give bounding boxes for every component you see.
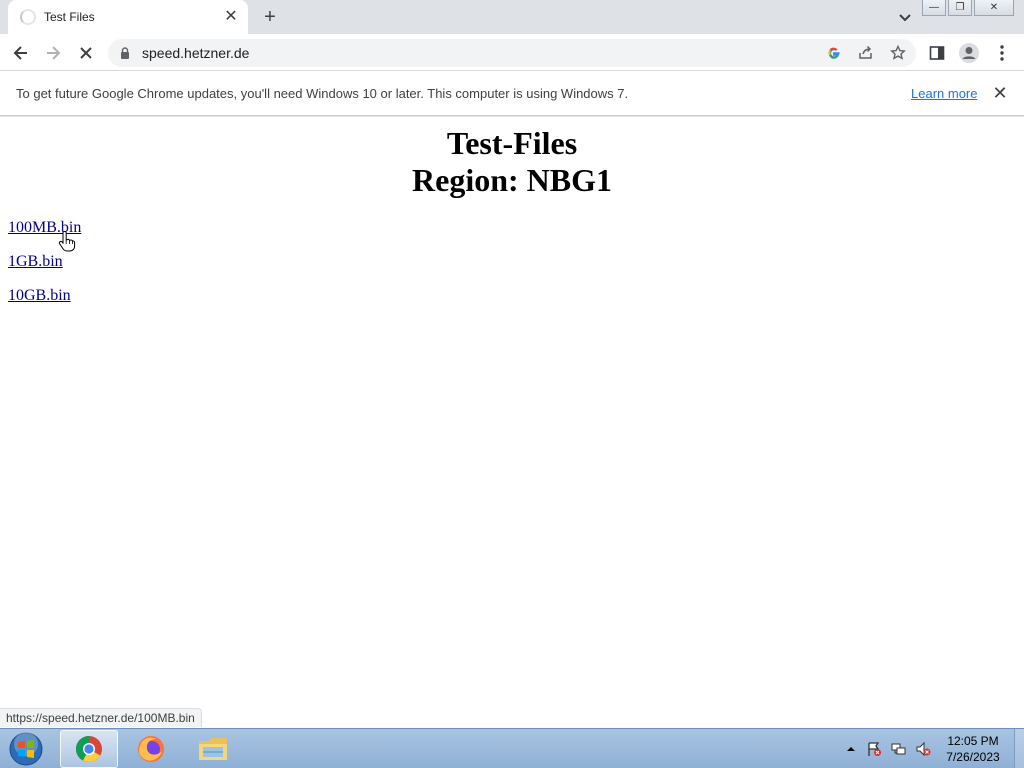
status-bubble: https://speed.hetzner.de/100MB.bin — [0, 708, 202, 727]
lock-icon — [121, 47, 129, 59]
volume-muted-icon[interactable] — [915, 741, 931, 757]
share-icon — [859, 45, 872, 59]
star-icon — [890, 45, 906, 60]
stop-loading-button[interactable] — [73, 40, 99, 66]
system-clock[interactable]: 12:05 PM 7/26/2023 — [940, 733, 1006, 765]
forward-button[interactable] — [40, 40, 66, 66]
clock-time: 12:05 PM — [947, 734, 999, 748]
folder-icon — [199, 738, 227, 760]
infobar-message: To get future Google Chrome updates, you… — [16, 86, 629, 101]
address-bar[interactable]: speed.hetzner.de — [108, 39, 916, 67]
chrome-icon — [75, 735, 102, 763]
browser-toolbar: speed.hetzner.de — [0, 34, 1024, 71]
avatar-icon — [959, 43, 979, 63]
bookmark-button[interactable] — [888, 43, 908, 63]
minimize-button[interactable]: — — [922, 0, 946, 16]
restore-icon: ❐ — [955, 2, 965, 13]
arrow-left-icon — [13, 46, 27, 60]
infobar-close-button[interactable]: ✕ — [990, 83, 1010, 103]
tab-close-icon[interactable]: ✕ — [222, 8, 240, 26]
tray-expand-icon[interactable] — [843, 741, 859, 757]
learn-more-link[interactable]: Learn more — [911, 86, 977, 101]
stop-icon — [80, 47, 92, 59]
tab-strip: Test Files ✕ + — ❐ ✕ — [0, 0, 1024, 34]
new-tab-button[interactable]: + — [258, 6, 282, 28]
action-center-icon[interactable] — [866, 741, 882, 757]
url-text: speed.hetzner.de — [142, 45, 250, 61]
show-desktop-button[interactable] — [1014, 729, 1024, 768]
taskbar-explorer[interactable] — [184, 730, 242, 768]
minimize-icon: — — [929, 2, 939, 13]
clock-date: 7/26/2023 — [946, 750, 1000, 764]
side-panel-icon — [929, 46, 945, 60]
window-close-button[interactable]: ✕ — [974, 0, 1014, 16]
windows-taskbar: 12:05 PM 7/26/2023 — [0, 728, 1024, 768]
google-g-icon — [828, 47, 840, 59]
loading-spinner-icon — [20, 9, 36, 25]
back-button[interactable] — [8, 40, 34, 66]
start-button[interactable] — [6, 730, 46, 768]
menu-button[interactable] — [989, 40, 1015, 66]
tab-title: Test Files — [44, 10, 95, 24]
profile-button[interactable] — [956, 40, 982, 66]
taskbar-chrome[interactable] — [60, 730, 118, 768]
windows-orb-icon — [9, 732, 43, 766]
update-infobar: To get future Google Chrome updates, you… — [0, 71, 1024, 116]
tab-search-button[interactable] — [894, 8, 916, 26]
chevron-down-icon — [899, 14, 911, 22]
taskbar-firefox[interactable] — [122, 730, 180, 768]
share-button[interactable] — [856, 43, 876, 63]
page-content: Test-Files Region: NBG1 100MB.bin 1GB.bi… — [0, 117, 1024, 727]
window-controls: — ❐ ✕ — [920, 0, 1014, 16]
restore-button[interactable]: ❐ — [948, 0, 972, 16]
side-panel-button[interactable] — [924, 40, 950, 66]
window-close-icon: ✕ — [989, 2, 999, 13]
kebab-menu-icon — [1000, 45, 1004, 61]
file-link-1gb[interactable]: 1GB.bin — [8, 253, 63, 271]
page-region: Region: NBG1 — [412, 162, 612, 198]
network-icon[interactable] — [891, 741, 907, 757]
google-lens-icon[interactable] — [824, 43, 844, 63]
file-link-10gb[interactable]: 10GB.bin — [8, 287, 71, 305]
tab-test-files[interactable]: Test Files ✕ — [8, 0, 248, 34]
firefox-icon — [138, 736, 164, 762]
page-title: Test-Files — [446, 125, 578, 161]
hand-cursor-icon — [58, 231, 76, 252]
arrow-right-icon — [47, 46, 61, 60]
